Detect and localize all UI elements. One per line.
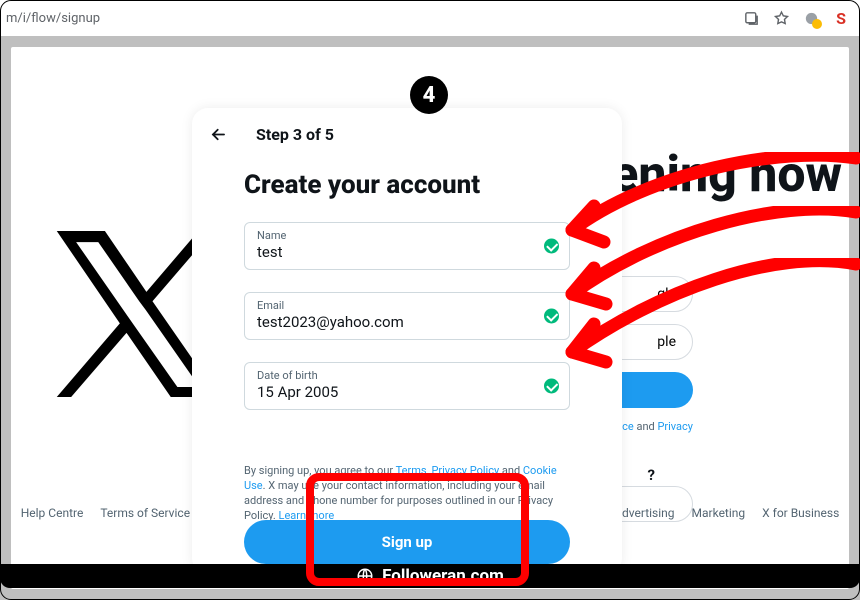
bookmark-star-icon[interactable] (772, 9, 790, 27)
step-indicator: Step 3 of 5 (256, 125, 334, 144)
signup-disclaimer: By signing up, you agree to our Terms, P… (244, 464, 570, 523)
name-field[interactable]: Name test (244, 222, 570, 270)
url-fragment: m/i/flow/signup (6, 11, 100, 26)
hero-headline-fragment: ening now (611, 146, 842, 204)
already-account-suffix: ? (648, 466, 655, 484)
terms-link[interactable]: Terms (396, 464, 427, 477)
footer-link[interactable]: X for Business (762, 506, 839, 520)
signup-button[interactable]: Sign up (244, 520, 570, 564)
name-label: Name (257, 229, 557, 242)
watermark: Followeran.com (0, 564, 860, 588)
profile-badge[interactable]: S (832, 9, 850, 27)
valid-check-icon (544, 239, 559, 254)
email-label: Email (257, 299, 557, 312)
valid-check-icon (544, 309, 559, 324)
back-button[interactable] (206, 122, 230, 146)
apple-suffix: ple (657, 334, 676, 350)
dob-value: 15 Apr 2005 (257, 383, 557, 401)
dob-label: Date of birth (257, 369, 557, 382)
footer-link[interactable]: Marketing (692, 506, 746, 520)
extension-icon[interactable] (802, 9, 820, 27)
globe-icon (356, 567, 374, 585)
annotation-step-badge: 4 (410, 76, 448, 114)
install-app-icon[interactable] (742, 9, 760, 27)
footer-link[interactable]: Terms of Service (100, 506, 190, 520)
google-suffix: gle (657, 286, 676, 302)
footer-link[interactable]: Help Centre (21, 506, 84, 520)
privacy-link[interactable]: Privacy Policy (431, 464, 499, 477)
dob-field[interactable]: Date of birth 15 Apr 2005 (244, 362, 570, 410)
footer-link[interactable]: Advertising (614, 506, 674, 520)
email-value: test2023@yahoo.com (257, 313, 557, 331)
valid-check-icon (544, 379, 559, 394)
email-field[interactable]: Email test2023@yahoo.com (244, 292, 570, 340)
browser-toolbar: m/i/flow/signup S (0, 0, 860, 36)
modal-title: Create your account (244, 170, 570, 200)
signup-modal: Step 3 of 5 Create your account Name tes… (192, 108, 622, 574)
name-value: test (257, 243, 557, 261)
